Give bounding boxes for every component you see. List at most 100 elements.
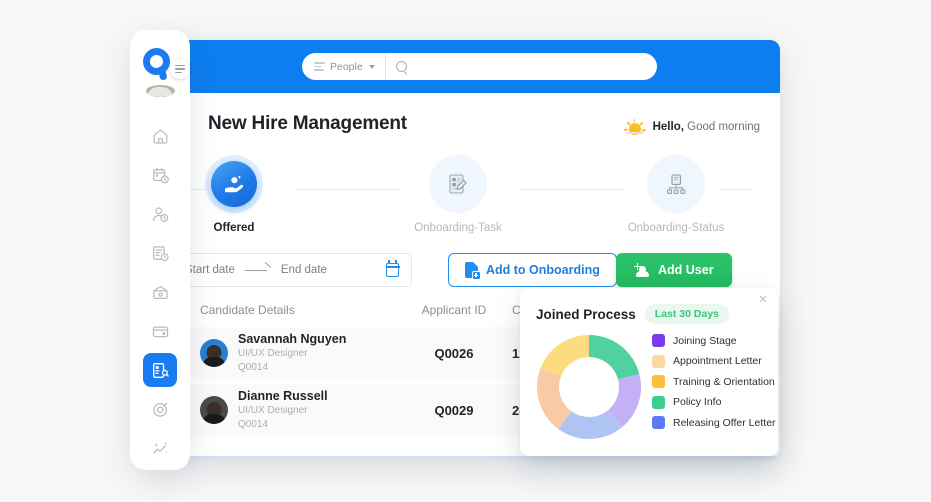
stepper-line-1 — [294, 189, 400, 191]
top-navigation-bar: People — [160, 40, 780, 93]
applicant-id-value: Q0026 — [434, 345, 474, 361]
donut-chart — [534, 332, 644, 442]
wallet-icon — [152, 285, 168, 299]
org-chart-icon — [653, 161, 699, 207]
candidate-cell: Dianne Russell UI/UX Designer Q0014 — [186, 389, 406, 432]
header-candidate-details: Candidate Details — [200, 303, 295, 317]
greeting-bold: Hello, — [652, 121, 684, 133]
step-bubble — [205, 155, 263, 213]
stepper-step-onboarding-task[interactable]: Onboarding-Task — [398, 155, 518, 234]
sidebar-nav — [130, 119, 190, 470]
avatar — [200, 339, 228, 367]
legend-label: Releasing Offer Letter — [673, 416, 776, 429]
legend-swatch — [652, 416, 665, 429]
q-logo-icon[interactable] — [142, 48, 190, 81]
chevron-down-icon — [368, 64, 375, 69]
legend-swatch — [652, 334, 665, 347]
add-to-onboarding-label: Add to Onboarding — [486, 263, 600, 277]
candidate-code: Q0014 — [238, 418, 269, 430]
candidate-name: Savannah Nguyen — [238, 331, 347, 346]
sidebar — [130, 30, 190, 470]
legend-swatch — [652, 354, 665, 368]
close-icon[interactable]: ✕ — [757, 294, 769, 306]
legend-item: Appointment Letter — [652, 354, 776, 368]
home-icon — [153, 128, 167, 144]
checklist-pen-icon — [435, 161, 481, 207]
sidebar-item-files[interactable] — [143, 314, 177, 348]
legend-item: Policy Info — [652, 395, 776, 409]
stepper-line-2 — [518, 189, 624, 191]
start-date-label[interactable]: Start date — [185, 264, 235, 276]
search-field-wrap[interactable] — [386, 60, 657, 73]
applicant-id-value: Q0029 — [434, 402, 474, 418]
arrow-right-icon — [244, 265, 271, 275]
greeting: Hello, Good morning — [623, 118, 760, 135]
hamburger-menu-icon[interactable] — [170, 59, 190, 79]
search-icon — [395, 61, 407, 72]
step-label: Offered — [213, 222, 255, 234]
add-user-label: Add User — [658, 263, 714, 277]
add-user-button[interactable]: Add User — [616, 253, 732, 287]
candidate-cell: Savannah Nguyen UI/UX Designer Q0014 — [186, 332, 406, 375]
candidate-text: Savannah Nguyen UI/UX Designer Q0014 — [238, 332, 346, 375]
filter-action-row: Start date End date Add to Onboarding Ad… — [160, 251, 780, 291]
legend-item: Joining Stage — [652, 334, 776, 347]
legend-swatch — [652, 375, 665, 388]
step-label: Onboarding-Task — [414, 222, 502, 234]
list-lines-icon — [314, 62, 325, 71]
candidate-role: UI/UX Designer — [238, 405, 308, 417]
sidebar-item-goals[interactable] — [143, 392, 177, 426]
donut-segment — [589, 335, 640, 380]
step-bubble — [647, 155, 705, 213]
chart-legend: Joining Stage Appointment Letter Training … — [652, 334, 776, 437]
end-date-label[interactable]: End date — [281, 264, 327, 276]
sidebar-item-insights[interactable] — [143, 431, 177, 465]
user-avatar[interactable] — [145, 84, 175, 97]
search-scope-label: People — [330, 60, 363, 73]
chart-title: Joined Process — [536, 306, 636, 322]
avatar — [200, 396, 228, 424]
legend-label: Policy Info — [673, 396, 722, 408]
step-label: Onboarding-Status — [627, 222, 725, 234]
person-clock-icon — [152, 206, 168, 222]
folder-icon — [152, 326, 168, 337]
legend-label: Joining Stage — [673, 334, 737, 347]
sidebar-item-timesheet[interactable] — [143, 236, 177, 270]
candidate-text: Dianne Russell UI/UX Designer Q0014 — [238, 389, 328, 432]
date-range-badge[interactable]: Last 30 Days — [644, 304, 730, 324]
screenshot-stage: People New Hire Management Hello, Good m… — [0, 0, 931, 502]
joined-process-card: ✕ Joined Process Last 30 Days Joining St… — [520, 288, 778, 456]
sidebar-item-attendance[interactable] — [143, 197, 177, 231]
document-add-icon — [465, 262, 481, 280]
person-document-icon — [152, 362, 169, 378]
hand-offer-icon — [211, 161, 257, 207]
header-applicant-id: Applicant ID — [421, 303, 487, 317]
sidebar-item-home[interactable] — [143, 119, 177, 153]
legend-label: Appointment Letter — [673, 355, 762, 367]
sidebar-item-recruitment[interactable] — [143, 353, 177, 387]
date-range-picker[interactable]: Start date End date — [172, 253, 412, 287]
sidebar-item-payroll[interactable] — [143, 275, 177, 309]
greeting-text: Hello, Good morning — [653, 121, 760, 133]
calendar-icon[interactable] — [385, 260, 400, 277]
candidate-role: UI/UX Designer — [238, 348, 308, 360]
search-input[interactable] — [406, 60, 657, 73]
stepper-step-onboarding-status[interactable]: Onboarding-Status — [616, 155, 736, 234]
add-to-onboarding-button[interactable]: Add to Onboarding — [448, 253, 617, 287]
candidate-name: Dianne Russell — [238, 388, 328, 403]
legend-swatch — [652, 395, 665, 409]
legend-item: Releasing Offer Letter — [652, 416, 776, 429]
document-clock-icon — [152, 245, 169, 261]
candidate-code: Q0014 — [238, 361, 269, 373]
user-add-icon — [634, 263, 649, 278]
sidebar-item-schedule[interactable] — [143, 158, 177, 192]
sun-icon — [623, 118, 646, 135]
onboarding-stepper: Offered Onboarding-Task Onboarding-Statu… — [170, 155, 770, 250]
search-scope-dropdown[interactable]: People — [302, 53, 386, 80]
calendar-clock-icon — [152, 167, 169, 183]
greeting-rest: Good morning — [687, 121, 760, 133]
stepper-step-offered[interactable]: Offered — [174, 155, 294, 234]
step-bubble — [429, 155, 487, 213]
page-title: New Hire Management — [208, 113, 407, 134]
global-search-bar[interactable]: People — [302, 53, 657, 80]
